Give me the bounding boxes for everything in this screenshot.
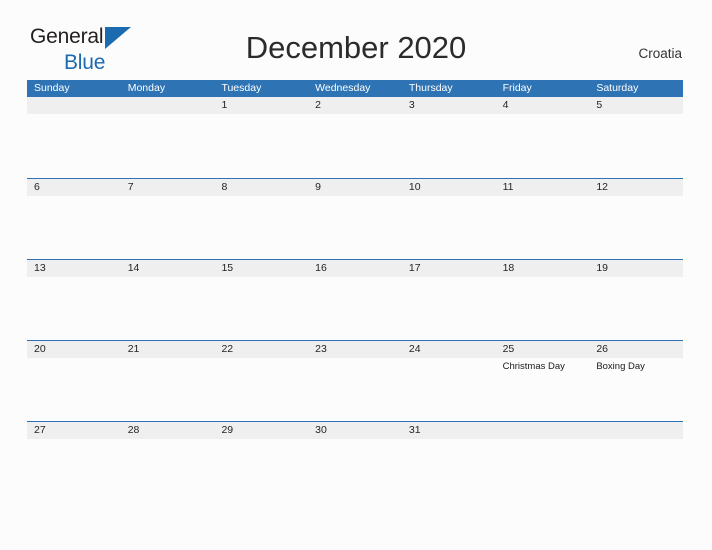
day-number: 27 (34, 424, 46, 436)
calendar-day-cell-empty (27, 97, 121, 178)
day-number: 2 (315, 99, 321, 111)
day-number-band (27, 97, 121, 114)
calendar-day-cell[interactable]: 19 (589, 260, 684, 340)
day-number: 19 (596, 262, 608, 274)
day-number: 13 (34, 262, 46, 274)
day-number: 21 (127, 343, 140, 355)
calendar-day-cell[interactable]: 22 (214, 341, 309, 421)
calendar-day-cell[interactable]: 4 (495, 97, 590, 178)
calendar-day-cell-empty (495, 422, 590, 502)
calendar-week-row: 20 21 22 23 24 25 Christmas Day 26 Boxing Day (27, 340, 684, 421)
day-number: 12 (596, 181, 608, 193)
day-number: 9 (315, 181, 321, 193)
calendar-day-cell[interactable]: 13 (27, 260, 121, 340)
calendar-day-cell[interactable]: 6 (27, 179, 121, 259)
weekday-header-thursday: Thursday (408, 82, 453, 94)
calendar-day-cell[interactable]: 30 (308, 422, 402, 502)
calendar-day-cell[interactable]: 14 (120, 260, 215, 340)
calendar-weeks: 1 2 3 4 5 6 7 8 9 10 11 12 13 14 15 16 17 18 19 20 21 22 23 24 2… (27, 97, 684, 502)
calendar-week-cells: 1 2 3 4 5 (27, 97, 684, 178)
calendar-week-row: 6 7 8 9 10 11 12 (27, 178, 684, 259)
calendar-day-cell[interactable]: 18 (495, 260, 590, 340)
day-number: 3 (408, 99, 415, 111)
day-number: 5 (596, 99, 603, 111)
calendar-day-cell[interactable]: 27 (27, 422, 121, 502)
calendar-day-cell[interactable]: 11 (495, 179, 590, 259)
calendar-week-row: 1 2 3 4 5 (27, 97, 684, 178)
calendar-week-cells: 13 14 15 16 17 18 19 (27, 260, 684, 340)
day-number: 6 (34, 181, 40, 193)
calendar-day-cell[interactable]: 7 (120, 179, 215, 259)
calendar-day-cell[interactable]: 21 (120, 341, 215, 421)
calendar-day-cell[interactable]: 10 (401, 179, 496, 259)
calendar-day-cell[interactable]: 24 (401, 341, 496, 421)
calendar-day-cell-empty (120, 97, 215, 178)
day-number: 8 (221, 181, 228, 193)
day-number: 15 (221, 262, 234, 274)
day-number-band (120, 97, 215, 114)
page-title: December 2020 (245, 30, 467, 65)
day-number: 10 (408, 181, 421, 193)
calendar-day-cell[interactable]: 31 (401, 422, 496, 502)
day-number: 4 (502, 99, 509, 111)
day-events: Christmas Day (496, 358, 590, 373)
calendar-day-cell[interactable]: 25 Christmas Day (495, 341, 590, 421)
calendar-day-cell[interactable]: 26 Boxing Day (589, 341, 684, 421)
day-number: 24 (408, 343, 421, 355)
day-number: 20 (34, 343, 46, 355)
calendar-day-cell-empty (589, 422, 684, 502)
weekday-header-row: Sunday Monday Tuesday Wednesday Thursday… (27, 80, 683, 97)
day-number-band (589, 422, 684, 439)
calendar-day-cell[interactable]: 29 (214, 422, 309, 502)
calendar-grid: Sunday Monday Tuesday Wednesday Thursday… (27, 80, 684, 502)
day-number: 18 (502, 262, 515, 274)
calendar-week-row: 13 14 15 16 17 18 19 (27, 259, 684, 340)
weekday-header-friday: Friday (502, 82, 532, 94)
calendar-day-cell[interactable]: 2 (308, 97, 402, 178)
calendar-week-row: 27 28 29 30 31 (27, 421, 684, 502)
day-number: 1 (221, 99, 228, 111)
day-number: 16 (315, 262, 327, 274)
holiday-label: Christmas Day (502, 361, 565, 372)
calendar-week-cells: 27 28 29 30 31 (27, 422, 684, 502)
calendar-day-cell[interactable]: 3 (401, 97, 496, 178)
calendar-day-cell[interactable]: 5 (589, 97, 684, 178)
calendar-day-cell[interactable]: 9 (308, 179, 402, 259)
weekday-header-sunday: Sunday (34, 82, 70, 94)
weekday-header-saturday: Saturday (596, 82, 639, 94)
day-number: 7 (127, 181, 134, 193)
calendar-week-cells: 6 7 8 9 10 11 12 (27, 179, 684, 259)
day-number: 23 (315, 343, 327, 355)
day-number: 11 (502, 181, 514, 193)
day-number: 22 (221, 343, 234, 355)
calendar-day-cell[interactable]: 16 (308, 260, 402, 340)
weekday-header-monday: Monday (127, 82, 166, 94)
calendar-day-cell[interactable]: 1 (214, 97, 309, 178)
day-events: Boxing Day (589, 358, 683, 373)
day-number: 26 (596, 343, 608, 355)
day-number: 30 (315, 424, 327, 436)
calendar-day-cell[interactable]: 23 (308, 341, 402, 421)
day-number: 31 (408, 424, 421, 436)
calendar-day-cell[interactable]: 8 (214, 179, 309, 259)
calendar-day-cell[interactable]: 15 (214, 260, 309, 340)
calendar-day-cell[interactable]: 20 (27, 341, 121, 421)
calendar-week-cells: 20 21 22 23 24 25 Christmas Day 26 Boxing Day (27, 341, 684, 421)
day-number: 25 (502, 343, 515, 355)
weekday-header-wednesday: Wednesday (315, 82, 371, 94)
day-number-band (495, 422, 590, 439)
day-number: 14 (127, 262, 140, 274)
weekday-header-tuesday: Tuesday (221, 82, 262, 94)
calendar-day-cell[interactable]: 12 (589, 179, 684, 259)
day-number: 29 (221, 424, 234, 436)
calendar-day-cell[interactable]: 28 (120, 422, 215, 502)
holiday-label: Boxing Day (596, 361, 645, 372)
calendar-day-cell[interactable]: 17 (401, 260, 496, 340)
country-label: Croatia (638, 46, 682, 61)
day-number: 17 (408, 262, 421, 274)
page-header: General Blue December 2020 Croatia (0, 0, 712, 77)
day-number: 28 (127, 424, 140, 436)
